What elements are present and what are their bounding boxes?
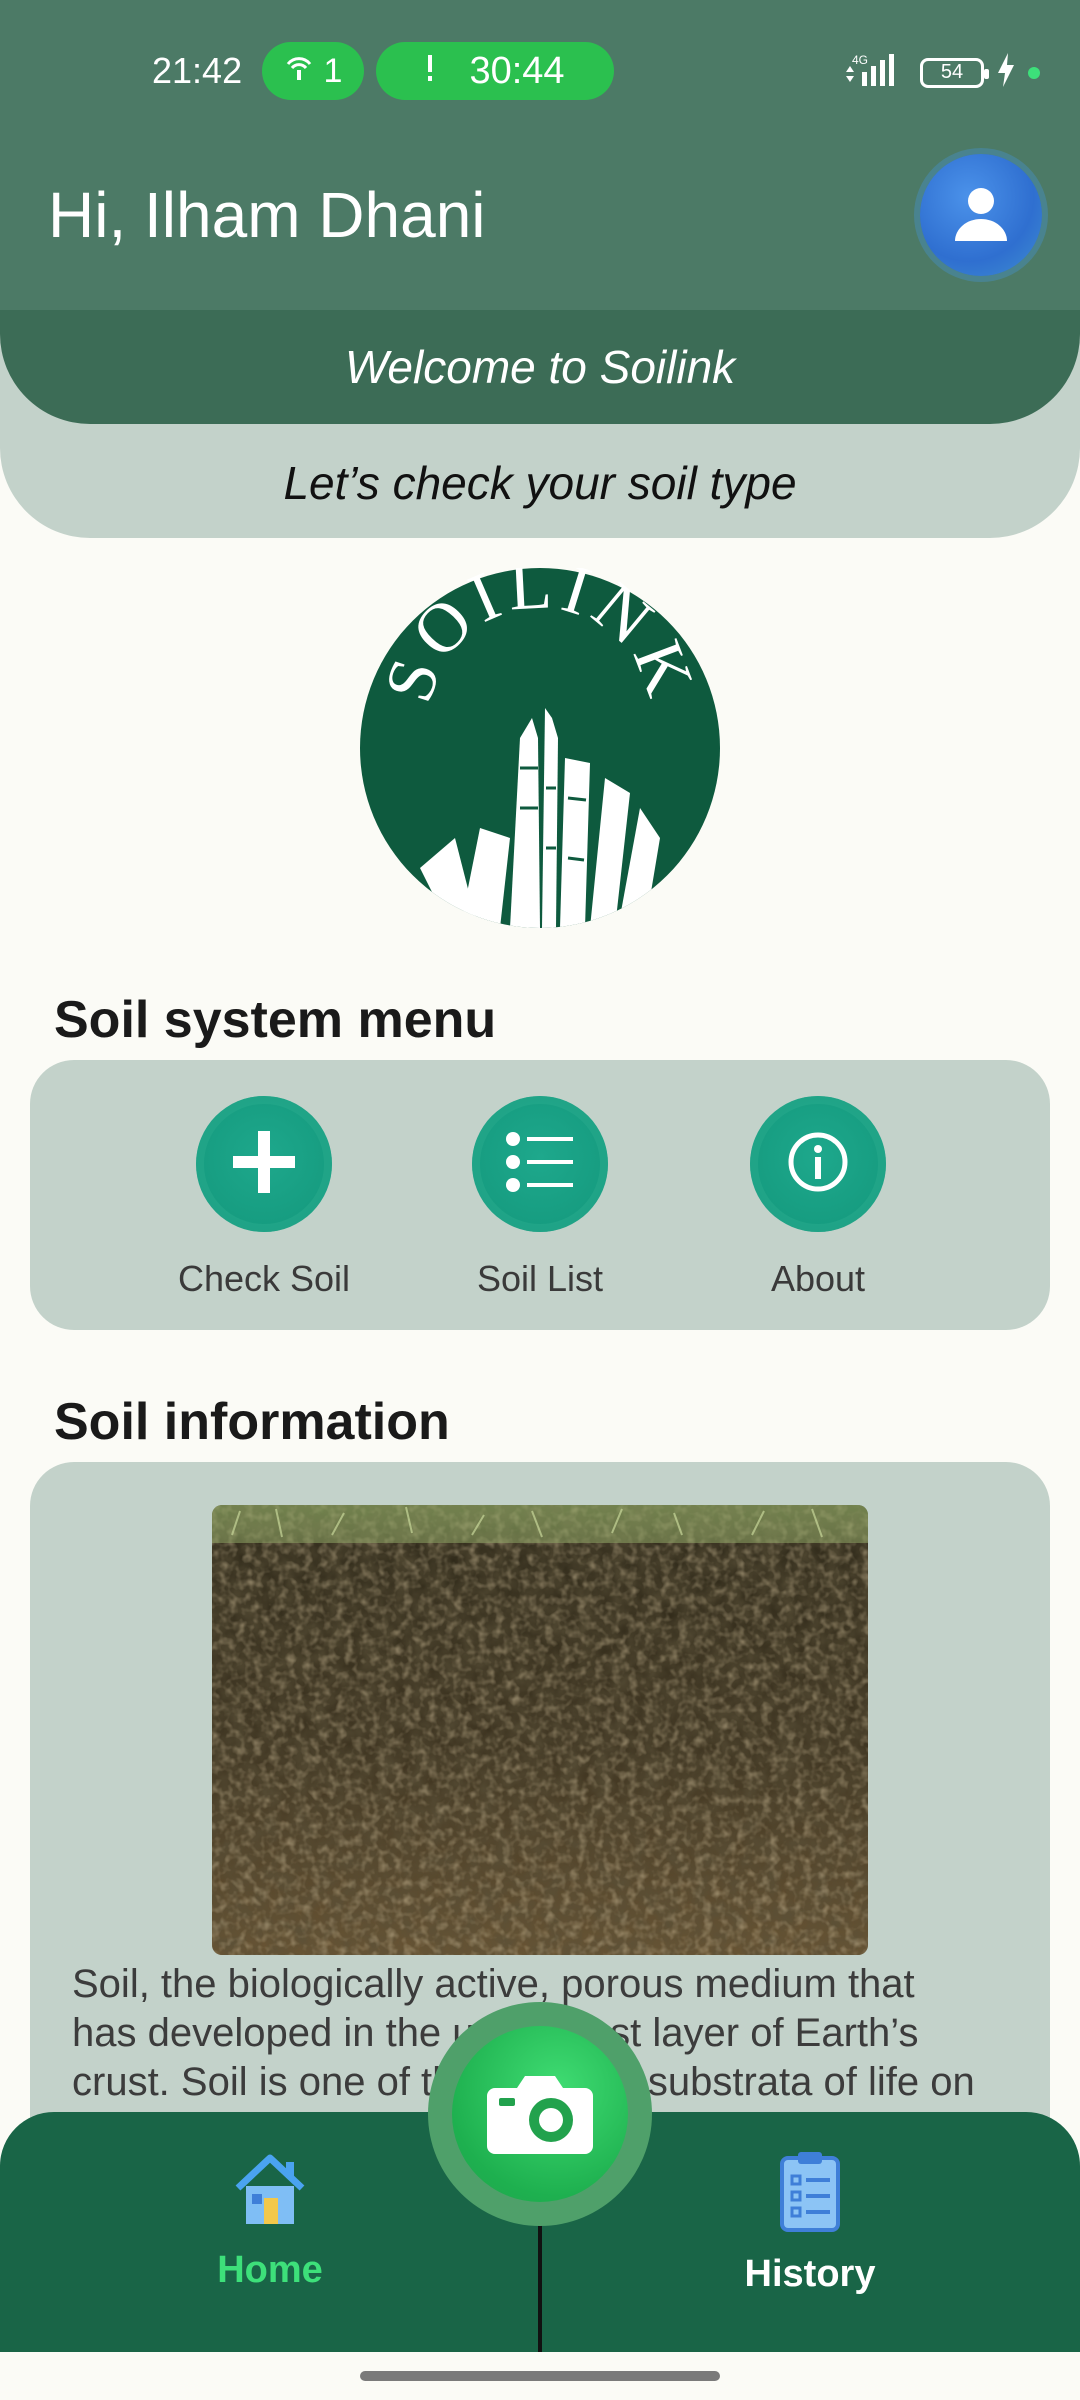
about-circle[interactable] (750, 1096, 886, 1232)
hotspot-pill: 1 (262, 42, 364, 100)
list-icon (505, 1131, 575, 1198)
charging-icon (996, 53, 1016, 92)
camera-button-inner[interactable] (452, 2026, 628, 2202)
profile-avatar-button[interactable] (920, 154, 1042, 276)
home-indicator[interactable] (360, 2371, 720, 2381)
call-timer-pill[interactable]: 30:44 (376, 42, 614, 100)
network-type: 4G (852, 53, 868, 67)
soil-profile-image (212, 1505, 868, 1955)
status-time: 21:42 (152, 50, 243, 91)
welcome-text: Welcome to Soilink (344, 341, 736, 393)
signal-icon: 4G (844, 52, 908, 93)
nav-home-label: Home (217, 2249, 323, 2291)
nav-history[interactable]: History (680, 2150, 940, 2296)
battery-level: 54 (940, 61, 964, 83)
call-timer: 30:44 (469, 49, 565, 92)
info-icon (787, 1131, 849, 1198)
nav-history-label: History (744, 2253, 876, 2295)
privacy-dot (1028, 66, 1040, 79)
check-soil-circle[interactable] (196, 1096, 332, 1232)
alert-icon (425, 50, 435, 93)
about-label: About (770, 1258, 866, 1299)
subtitle-text: Let’s check your soil type (283, 457, 797, 509)
user-icon (949, 181, 1013, 250)
nav-divider (538, 2220, 542, 2352)
menu-section-title: Soil system menu (54, 991, 497, 1049)
soil-list-button[interactable]: Soil List (440, 1096, 640, 1300)
battery-icon: 54 (920, 57, 989, 88)
plus-icon (229, 1127, 299, 1202)
status-icons: 4G 54 (844, 52, 1040, 93)
clipboard-icon (770, 2150, 850, 2239)
camera-icon (485, 2068, 595, 2161)
check-soil-button[interactable]: Check Soil (164, 1096, 364, 1300)
soil-list-label: Soil List (476, 1258, 604, 1299)
greeting-text: Hi, Ilham Dhani (48, 179, 486, 251)
info-section-title: Soil information (54, 1393, 450, 1451)
soil-list-circle[interactable] (472, 1096, 608, 1232)
about-button[interactable]: About (718, 1096, 918, 1300)
hotspot-count: 1 (323, 51, 343, 90)
hotspot-icon (284, 52, 314, 91)
camera-button[interactable] (428, 2002, 652, 2226)
nav-home[interactable]: Home (140, 2150, 400, 2292)
home-icon (230, 2150, 310, 2235)
check-soil-label: Check Soil (177, 1258, 351, 1299)
soilink-logo: SOILINK (360, 546, 720, 928)
